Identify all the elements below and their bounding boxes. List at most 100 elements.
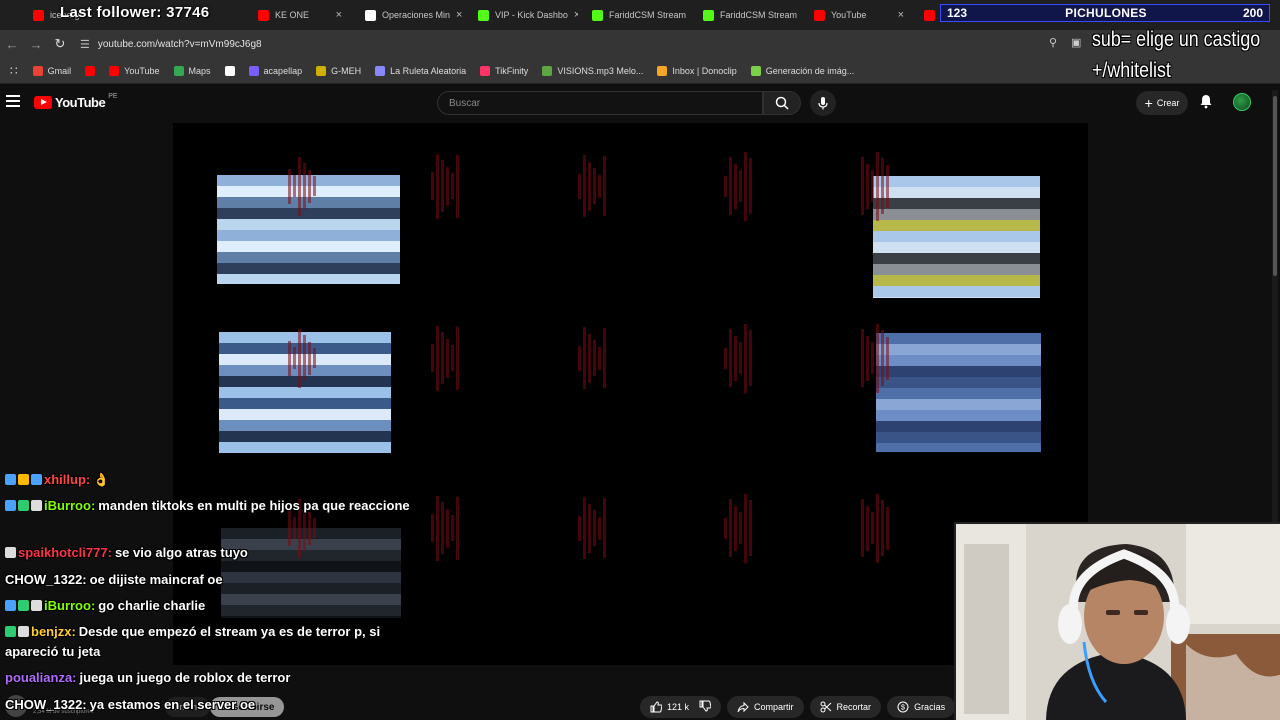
reload-icon[interactable]: ↻ [48, 36, 72, 52]
red-glyph-decoration [861, 157, 864, 215]
apps-grid-icon[interactable]: ∷ [4, 64, 24, 78]
sub-overlay-line-2: +/whitelist [1092, 59, 1171, 82]
bookmark-item[interactable]: YouTube [104, 65, 164, 76]
chat-text: ya estamos en el server oe [89, 697, 256, 712]
chat-text: juega un juego de roblox de terror [79, 670, 291, 685]
like-count: 121 k [667, 702, 690, 712]
bookmark-item[interactable]: La Ruleta Aleatoria [370, 65, 471, 76]
red-glyph-decoration [308, 169, 311, 203]
thumbs-down-icon [699, 700, 712, 712]
bookmark-icon [375, 65, 386, 76]
red-glyph-decoration [446, 508, 449, 548]
tab-favicon-icon [365, 9, 376, 21]
red-glyph-decoration [734, 505, 737, 551]
red-glyph-decoration [456, 326, 459, 390]
red-glyph-decoration [578, 515, 581, 541]
browser-tab[interactable]: Operaciones Min × [357, 0, 465, 30]
bookmark-item[interactable]: Gmail [28, 65, 77, 76]
bookmark-label: YouTube [124, 65, 160, 76]
like-button[interactable]: 121 k [650, 701, 689, 713]
back-arrow-icon[interactable]: ← [0, 37, 24, 52]
tab-title: KE ONE [275, 10, 310, 20]
browser-tab[interactable]: FariddCSM Stream× [695, 0, 803, 30]
browser-tab[interactable]: KE ONE × [250, 0, 350, 30]
red-glyph-decoration [724, 175, 727, 197]
red-glyph-decoration [293, 175, 296, 197]
red-glyph-decoration [288, 168, 291, 204]
bookmark-icon [657, 65, 668, 76]
red-glyph-decoration [881, 158, 884, 214]
notifications-button[interactable] [1199, 94, 1213, 114]
browser-tab[interactable]: VIP - Kick Dashbo × [470, 0, 578, 30]
red-glyph-decoration [593, 340, 596, 376]
chat-message: iBurroo: manden tiktoks en multi pe hijos… [5, 496, 425, 516]
bookmark-icon [32, 65, 43, 76]
bookmark-label: Generación de imág... [765, 65, 855, 76]
red-glyph-decoration [431, 344, 434, 372]
red-glyph-decoration [724, 517, 727, 539]
tab-close-icon[interactable]: × [456, 9, 462, 21]
red-glyph-decoration [603, 156, 606, 216]
bookmark-label: Inbox | Donoclip [672, 65, 737, 76]
youtube-logo[interactable]: YouTube PE [34, 93, 118, 110]
bookmark-item[interactable]: G-MEH [311, 65, 366, 76]
tab-title: FariddCSM Stream [720, 10, 798, 20]
bookmark-item[interactable] [220, 65, 240, 76]
voice-search-button[interactable] [810, 90, 836, 116]
red-glyph-decoration [598, 346, 601, 370]
red-glyph-decoration [451, 345, 454, 371]
red-glyph-decoration [739, 512, 742, 544]
site-info-icon[interactable]: ☰ [80, 38, 90, 51]
search-input[interactable]: Buscar [437, 91, 763, 115]
bookmark-item[interactable]: Maps [169, 65, 216, 76]
dislike-button[interactable] [699, 700, 712, 714]
address-bar[interactable]: ☰ youtube.com/watch?v=mVm99cJ6g8 [72, 34, 1092, 54]
bookmark-item[interactable]: Inbox | Donoclip [652, 65, 741, 76]
red-glyph-decoration [583, 155, 586, 217]
zoom-icon[interactable]: ⚲ [1049, 36, 1057, 49]
chat-message: xhillup: 👌 [5, 470, 425, 490]
red-glyph-decoration [739, 170, 742, 202]
red-glyph-decoration [729, 157, 732, 215]
red-glyph-decoration [436, 495, 439, 561]
red-glyph-decoration [456, 154, 459, 218]
thanks-button[interactable]: $ Gracias [887, 696, 956, 718]
red-glyph-decoration [588, 333, 591, 383]
bookmark-label: Gmail [47, 65, 72, 76]
chat-username: xhillup: [44, 472, 91, 487]
bookmark-item[interactable]: VISIONS.mp3 Melo... [537, 65, 648, 76]
ok-hand-emoji-icon: 👌 [93, 472, 110, 487]
share-icon [737, 701, 749, 713]
browser-tab[interactable]: FariddCSM Stream× [584, 0, 692, 30]
search-icon [775, 96, 789, 110]
bookmark-label: VISIONS.mp3 Melo... [557, 65, 644, 76]
bookmark-label: acapellap [263, 65, 303, 76]
install-icon[interactable]: ▣ [1071, 36, 1081, 49]
search-button[interactable] [763, 91, 801, 115]
red-glyph-decoration [293, 347, 296, 369]
tab-close-icon[interactable]: × [336, 9, 342, 21]
chat-badge-icon [31, 500, 42, 511]
create-button[interactable]: + Crear [1136, 91, 1188, 115]
bookmark-item[interactable] [80, 65, 100, 76]
video-actions: 121 k Compartir Recortar $ Gracias [640, 696, 956, 718]
chat-message: CHOW_1322: ya estamos en el server oe [5, 695, 425, 715]
red-glyph-decoration [313, 518, 316, 538]
forward-arrow-icon[interactable]: → [24, 37, 48, 52]
tab-close-icon[interactable]: × [898, 9, 904, 21]
red-glyph-decoration [861, 499, 864, 557]
bookmark-item[interactable]: acapellap [244, 65, 308, 76]
browser-tab[interactable]: YouTube × [806, 0, 912, 30]
bookmark-item[interactable]: Generación de imág... [746, 65, 860, 76]
bookmark-label: La Ruleta Aleatoria [390, 65, 467, 76]
red-glyph-decoration [729, 499, 732, 557]
webcam-feed [954, 522, 1280, 720]
tab-close-icon[interactable]: × [574, 9, 578, 21]
share-button[interactable]: Compartir [727, 696, 804, 718]
chat-badge-icon [18, 626, 29, 637]
menu-icon[interactable] [6, 95, 20, 107]
bookmark-item[interactable]: TikFinity [475, 65, 533, 76]
chat-text: oe dijiste maincraf oe [89, 572, 223, 587]
account-avatar[interactable] [1233, 93, 1251, 111]
clip-button[interactable]: Recortar [809, 696, 882, 718]
